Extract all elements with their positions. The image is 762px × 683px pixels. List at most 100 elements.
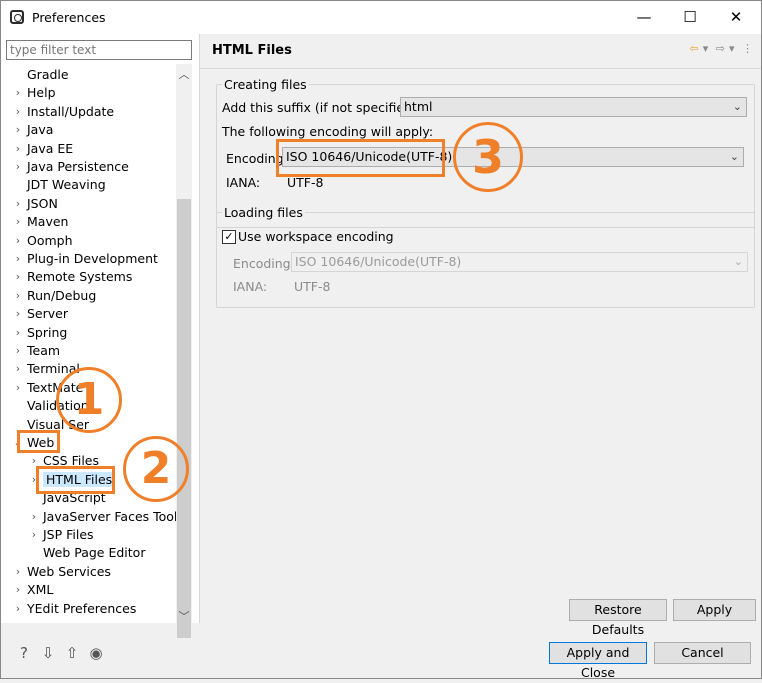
tree-item[interactable]: › Java: [11, 121, 54, 139]
tree-item[interactable]: › Team: [13, 342, 60, 360]
tree-item[interactable]: › Run/Debug: [11, 287, 97, 305]
expand-chevron-icon[interactable]: ›: [11, 103, 25, 121]
tree-scrollbar[interactable]: ︿ ﹀: [176, 64, 192, 638]
encoding-apply-label: The following encoding will apply:: [222, 124, 434, 139]
scroll-down-icon[interactable]: ﹀: [176, 608, 192, 624]
window-title: Preferences: [32, 10, 106, 25]
expand-chevron-icon[interactable]: ›: [11, 563, 25, 581]
loading-encoding-label: Encoding:: [233, 256, 295, 271]
export-icon[interactable]: ⇧: [63, 644, 81, 662]
expand-chevron-icon[interactable]: ›: [27, 508, 41, 526]
tree-item-label: Java: [27, 122, 54, 138]
tree-item[interactable]: › JavaServer Faces Tools: [29, 508, 176, 526]
tree-item[interactable]: › Maven: [11, 213, 69, 231]
loading-encoding-select[interactable]: ISO 10646/Unicode(UTF-8) ⌄: [291, 252, 748, 272]
tree-item[interactable]: › JSP Files: [29, 526, 94, 544]
tree-item-label: Web Page Editor: [43, 545, 146, 561]
tree-item-label: Spring: [27, 324, 68, 340]
help-icon[interactable]: ?: [15, 644, 33, 662]
import-icon[interactable]: ⇩: [39, 644, 57, 662]
preferences-nav-panel: type filter text Gradle › Help › Install/Upd…: [1, 34, 200, 638]
cancel-button[interactable]: Cancel: [654, 642, 751, 664]
expand-chevron-icon[interactable]: ›: [11, 324, 25, 342]
tree-item[interactable]: › Spring: [11, 324, 68, 342]
tree-item-label: XML: [27, 582, 54, 598]
expand-chevron-icon[interactable]: ›: [11, 581, 25, 599]
expand-chevron-icon[interactable]: ›: [11, 287, 25, 305]
tree-item-label: JDT Weaving: [27, 177, 106, 193]
tree-item-label: Web Services: [27, 563, 111, 579]
chevron-down-icon: ⌄: [729, 150, 739, 163]
expand-chevron-icon[interactable]: ›: [11, 360, 25, 378]
tree-item-label: Run/Debug: [27, 287, 97, 303]
scrollbar-thumb[interactable]: [177, 199, 191, 638]
tree-item[interactable]: › Java Persistence: [13, 158, 129, 176]
header-separator: [200, 68, 761, 69]
back-icon[interactable]: ⇦: [690, 42, 699, 55]
loading-iana-label: IANA:: [233, 279, 268, 294]
tree-item-label: YEdit Preferences: [27, 600, 137, 616]
tree-item[interactable]: › XML: [11, 581, 54, 599]
workspace-encoding-label: Use workspace encoding: [238, 229, 394, 244]
scroll-up-icon[interactable]: ︿: [176, 66, 192, 82]
tree-item[interactable]: › YEdit Preferences: [11, 600, 137, 618]
suffix-label: Add this suffix (if not specified):: [222, 100, 422, 115]
close-button[interactable]: ✕: [713, 1, 759, 34]
tree-item[interactable]: › Remote Systems: [11, 268, 133, 286]
tree-item[interactable]: › JSON: [13, 195, 58, 213]
tree-item[interactable]: Web Page Editor: [29, 544, 145, 562]
maximize-button[interactable]: ☐: [667, 1, 713, 34]
expand-chevron-icon[interactable]: ›: [11, 379, 25, 397]
restore-defaults-button[interactable]: Restore Defaults: [569, 599, 667, 637]
creating-files-label: Creating files: [222, 77, 309, 92]
expand-chevron-icon[interactable]: ›: [11, 158, 25, 176]
tree-item-label: Gradle: [27, 67, 69, 82]
preferences-tree: Gradle › Help › Install/Update › Java › Java EE ›…: [1, 64, 176, 624]
forward-menu-icon[interactable]: ▾: [729, 42, 735, 55]
expand-chevron-icon[interactable]: ›: [27, 526, 41, 544]
expand-chevron-icon[interactable]: ›: [11, 268, 25, 286]
apply-button[interactable]: Apply: [673, 599, 756, 621]
expand-chevron-icon[interactable]: ›: [11, 342, 25, 360]
filter-input[interactable]: type filter text: [6, 40, 192, 60]
expand-chevron-icon[interactable]: ›: [11, 250, 25, 268]
annotation-one: 1: [56, 367, 122, 433]
tree-item[interactable]: › Install/Update: [13, 103, 114, 121]
expand-chevron-icon[interactable]: ›: [11, 195, 25, 213]
workspace-encoding-checkbox[interactable]: ✓: [222, 230, 236, 244]
tree-item-label: JSON: [27, 195, 58, 211]
loading-files-label: Loading files: [222, 205, 305, 220]
suffix-select[interactable]: html ⌄: [400, 97, 747, 117]
title-bar: Preferences — ☐ ✕: [1, 1, 761, 34]
tree-item[interactable]: JDT Weaving: [13, 176, 106, 194]
expand-chevron-icon[interactable]: ›: [11, 140, 25, 158]
highlight-web: [17, 430, 60, 453]
tree-item[interactable]: › Server: [13, 305, 68, 323]
view-menu-icon[interactable]: ⋮: [742, 42, 753, 55]
annotation-two: 2: [123, 436, 189, 502]
expand-chevron-icon[interactable]: ›: [11, 84, 25, 102]
back-menu-icon[interactable]: ▾: [703, 42, 709, 55]
forward-icon[interactable]: ⇨: [716, 42, 725, 55]
tree-item[interactable]: › Oomph: [13, 232, 73, 250]
tree-item[interactable]: › Help: [13, 84, 56, 102]
tree-item[interactable]: Gradle: [13, 66, 69, 84]
record-icon[interactable]: ◉: [87, 644, 105, 662]
page-title: HTML Files: [212, 43, 292, 58]
expand-chevron-icon[interactable]: ›: [11, 121, 25, 139]
tree-item-label: Java Persistence: [27, 159, 129, 174]
tree-item[interactable]: › Java EE: [13, 140, 73, 158]
tree-item-label: Install/Update: [27, 103, 115, 119]
tree-item[interactable]: › Web Services: [13, 563, 111, 581]
expand-chevron-icon[interactable]: ›: [11, 600, 25, 618]
expand-chevron-icon[interactable]: ›: [11, 213, 25, 231]
highlight-html-files: [36, 466, 115, 494]
annotation-three: 3: [453, 122, 523, 192]
minimize-button[interactable]: —: [621, 1, 667, 34]
tree-item-label: Oomph: [27, 232, 73, 248]
expand-chevron-icon[interactable]: ›: [11, 232, 25, 250]
tree-item[interactable]: › Plug-in Development: [13, 250, 158, 268]
apply-and-close-button[interactable]: Apply and Close: [549, 642, 647, 680]
eclipse-app-icon: [10, 10, 24, 24]
expand-chevron-icon[interactable]: ›: [11, 305, 25, 323]
